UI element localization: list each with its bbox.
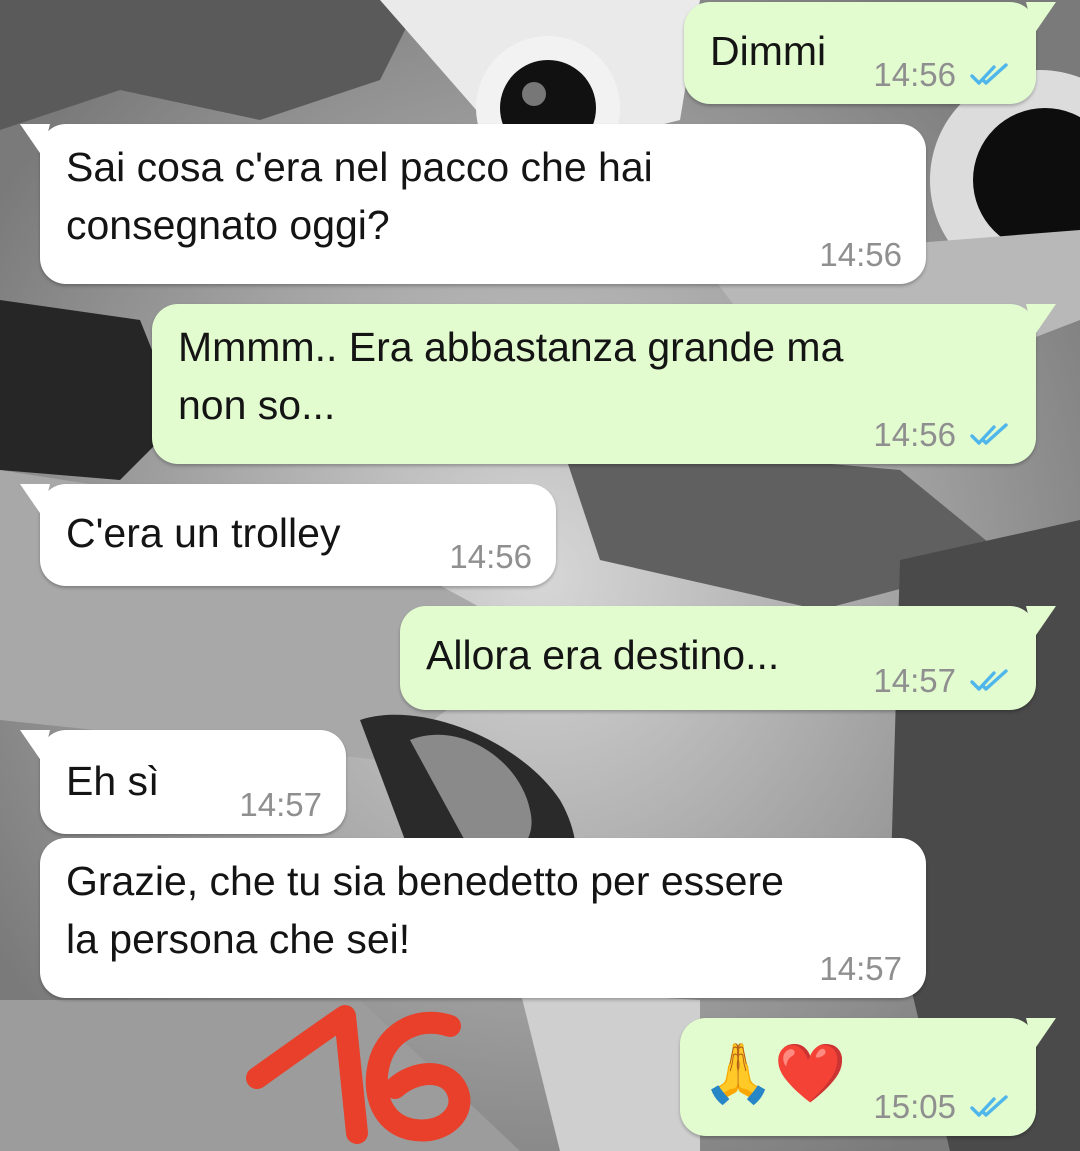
message-text: Dimmi [710, 28, 827, 74]
message-incoming[interactable]: Grazie, che tu sia benedetto per essere … [40, 838, 926, 998]
bubble-tail [1026, 606, 1056, 638]
message-time: 14:57 [819, 950, 902, 987]
message-emoji: 🙏❤️ [702, 1039, 847, 1107]
message-outgoing[interactable]: Dimmi 14:56 [684, 2, 1056, 104]
message-time: 14:56 [449, 538, 532, 575]
handwritten-annotation-number [246, 1005, 471, 1144]
message-time: 14:56 [873, 56, 956, 93]
message-meta: 14:56 [819, 236, 902, 274]
bubble-tail [1026, 304, 1056, 336]
message-meta: 14:57 [239, 786, 322, 824]
double-check-read-icon [970, 1095, 1008, 1117]
message-text: Mmmm.. Era abbastanza grande ma non so..… [178, 324, 844, 428]
message-meta: 14:57 [819, 950, 902, 988]
message-meta: 14:56 [873, 416, 1012, 454]
message-time: 14:56 [873, 416, 956, 453]
message-meta: 14:57 [873, 662, 1012, 700]
message-time: 14:56 [819, 236, 902, 273]
message-text: Allora era destino... [426, 632, 780, 678]
message-incoming[interactable]: Eh sì 14:57 [20, 730, 346, 834]
message-meta: 15:05 [873, 1088, 1012, 1126]
bubble-tail [1026, 2, 1056, 34]
message-outgoing[interactable]: Allora era destino... 14:57 [400, 606, 1056, 710]
message-text: C'era un trolley [66, 510, 341, 556]
double-check-read-icon [970, 63, 1008, 85]
double-check-read-icon [970, 423, 1008, 445]
message-time: 14:57 [873, 662, 956, 699]
double-check-read-icon [970, 669, 1008, 691]
message-time: 14:57 [239, 786, 322, 823]
message-time: 15:05 [873, 1088, 956, 1125]
message-outgoing[interactable]: Mmmm.. Era abbastanza grande ma non so..… [152, 304, 1056, 464]
message-text: Eh sì [66, 758, 160, 804]
message-incoming[interactable]: C'era un trolley 14:56 [20, 484, 556, 586]
message-meta: 14:56 [873, 56, 1012, 94]
bubble-tail [20, 484, 50, 516]
message-incoming[interactable]: Sai cosa c'era nel pacco che hai consegn… [20, 124, 926, 284]
bubble-tail [1026, 1018, 1056, 1050]
message-outgoing[interactable]: 🙏❤️ 15:05 [680, 1018, 1056, 1136]
bubble-tail [20, 730, 50, 762]
message-text: Sai cosa c'era nel pacco che hai consegn… [66, 144, 653, 248]
message-text: Grazie, che tu sia benedetto per essere … [66, 858, 784, 962]
bubble-tail [20, 124, 50, 156]
message-meta: 14:56 [449, 538, 532, 576]
